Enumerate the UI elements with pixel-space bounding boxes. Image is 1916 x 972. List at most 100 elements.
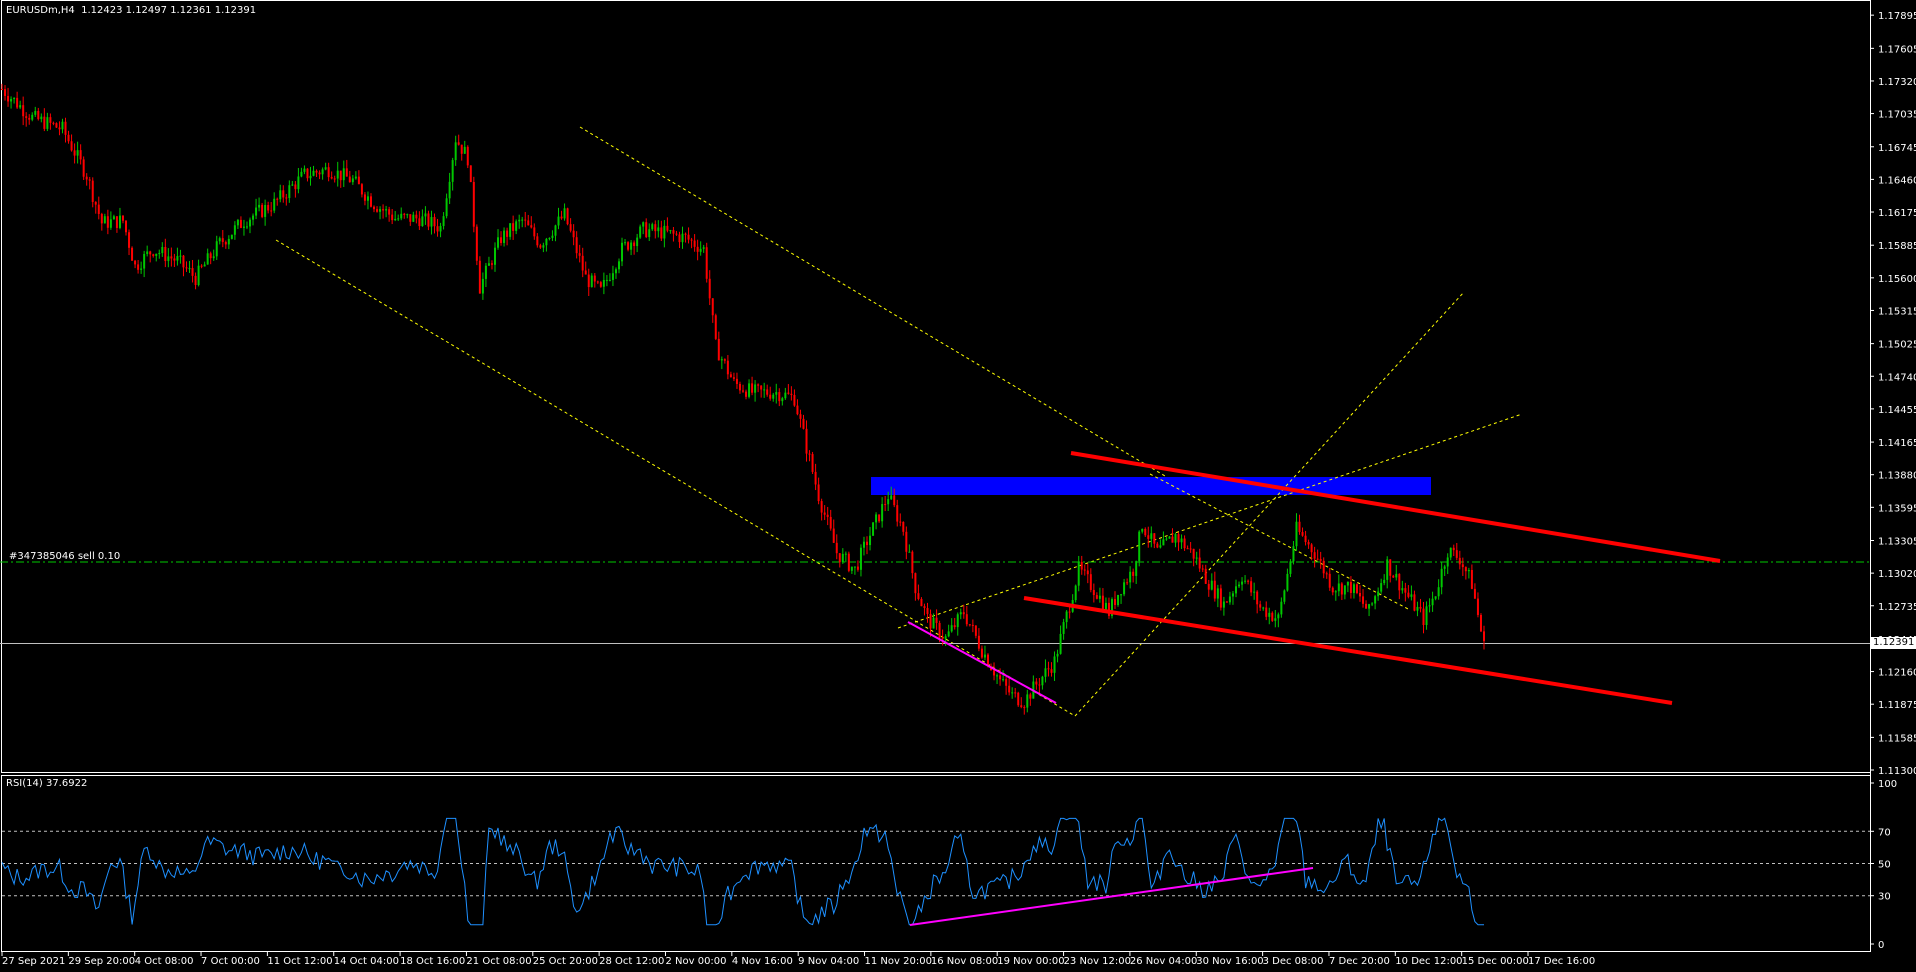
candle-body bbox=[1065, 611, 1068, 623]
candle-body bbox=[681, 233, 684, 243]
candle-body bbox=[360, 184, 363, 195]
candle-body bbox=[430, 217, 433, 227]
candle-body bbox=[959, 612, 962, 615]
candle-body bbox=[1138, 531, 1141, 562]
candle-body bbox=[587, 274, 590, 288]
candle-body bbox=[297, 176, 300, 190]
order-label[interactable]: #347385046 sell 0.10 bbox=[9, 551, 120, 563]
candle-body bbox=[884, 504, 887, 506]
candle-body bbox=[639, 226, 642, 238]
candle-body bbox=[621, 242, 624, 262]
candle-body bbox=[457, 142, 460, 145]
candle-body bbox=[539, 245, 542, 248]
candle-body bbox=[1304, 535, 1307, 543]
chart-canvas[interactable]: 1.17895 1.17605 1.17320 1.17035 1.16745 1.164… bbox=[0, 0, 1916, 972]
candle-body bbox=[1080, 561, 1083, 570]
candle-body bbox=[1464, 567, 1467, 572]
candle-body bbox=[285, 197, 288, 199]
candle-body bbox=[224, 241, 227, 245]
candle-body bbox=[306, 168, 309, 179]
candle-body bbox=[424, 213, 427, 217]
candle-body bbox=[566, 208, 569, 225]
resistance-zone[interactable] bbox=[871, 477, 1431, 495]
candle-body bbox=[1253, 591, 1256, 593]
candle-body bbox=[953, 625, 956, 628]
current-price-box: 1.12391 bbox=[1871, 637, 1916, 649]
price-tick-label: 1.11585 bbox=[1878, 733, 1916, 744]
candle-body bbox=[227, 238, 230, 245]
candle-body bbox=[1371, 603, 1374, 605]
candle-body bbox=[379, 209, 382, 212]
price-tick-label: 1.15600 bbox=[1878, 274, 1916, 285]
candle-body bbox=[675, 233, 678, 235]
candle-body bbox=[590, 275, 593, 288]
candle-body bbox=[914, 573, 917, 594]
candle-body bbox=[37, 110, 40, 120]
candle-body bbox=[242, 226, 245, 228]
price-tick-label: 1.14455 bbox=[1878, 405, 1916, 416]
candle-body bbox=[751, 383, 754, 393]
candle-body bbox=[88, 179, 91, 181]
candle-body bbox=[300, 171, 303, 177]
candle-body bbox=[512, 223, 515, 231]
candle-body bbox=[1183, 538, 1186, 549]
candle-body bbox=[787, 392, 790, 394]
candle-body bbox=[599, 282, 602, 287]
candle-body bbox=[351, 178, 354, 183]
candle-body bbox=[267, 204, 270, 211]
candle-body bbox=[1298, 521, 1301, 533]
price-tick-label: 1.15885 bbox=[1878, 241, 1916, 252]
time-tick-label: 15 Dec 00:00 bbox=[1462, 956, 1529, 967]
candle-body bbox=[10, 98, 13, 102]
candle-body bbox=[760, 385, 763, 390]
candle-body bbox=[294, 184, 297, 190]
candle-body bbox=[1107, 602, 1110, 616]
candle-body bbox=[106, 216, 109, 228]
candle-body bbox=[1029, 694, 1032, 699]
candle-body bbox=[394, 218, 397, 221]
candle-body bbox=[261, 204, 264, 217]
candle-body bbox=[363, 194, 366, 201]
candle-body bbox=[475, 226, 478, 261]
candle-body bbox=[832, 528, 835, 543]
candle-body bbox=[772, 394, 775, 399]
candle-body bbox=[1147, 535, 1150, 539]
candle-body bbox=[200, 265, 203, 267]
candle-body bbox=[233, 225, 236, 235]
price-tick-label: 1.17605 bbox=[1878, 44, 1916, 55]
candle-body bbox=[327, 167, 330, 178]
candle-body bbox=[1068, 611, 1071, 613]
candle-body bbox=[1132, 571, 1135, 576]
candle-body bbox=[684, 233, 687, 235]
candle-body bbox=[31, 114, 34, 120]
candle-body bbox=[230, 234, 233, 239]
time-tick-label: 21 Oct 08:00 bbox=[466, 956, 531, 967]
candle-body bbox=[140, 268, 143, 270]
candle-body bbox=[442, 216, 445, 227]
candle-body bbox=[1092, 589, 1095, 596]
candle-body bbox=[1349, 581, 1352, 593]
candle-body bbox=[1114, 599, 1117, 606]
candle-body bbox=[255, 207, 258, 216]
candle-body bbox=[720, 359, 723, 361]
candle-body bbox=[1247, 580, 1250, 582]
candle-body bbox=[1047, 668, 1050, 670]
candle-body bbox=[938, 622, 941, 638]
candle-body bbox=[775, 392, 778, 395]
candle-body bbox=[388, 209, 391, 215]
candle-body bbox=[636, 237, 639, 247]
time-tick-label: 19 Nov 00:00 bbox=[997, 956, 1064, 967]
candle-body bbox=[838, 553, 841, 563]
candle-body bbox=[28, 117, 31, 120]
time-tick-label: 3 Dec 08:00 bbox=[1263, 956, 1324, 967]
candle-body bbox=[1189, 548, 1192, 550]
price-tick-label: 1.13880 bbox=[1878, 471, 1916, 482]
candle-body bbox=[920, 598, 923, 607]
candle-body bbox=[146, 251, 149, 254]
candle-body bbox=[412, 214, 415, 222]
candle-body bbox=[1483, 631, 1485, 642]
candle-body bbox=[333, 178, 336, 180]
candle-body bbox=[137, 264, 140, 270]
candle-body bbox=[1177, 534, 1180, 543]
candle-body bbox=[1104, 602, 1107, 610]
